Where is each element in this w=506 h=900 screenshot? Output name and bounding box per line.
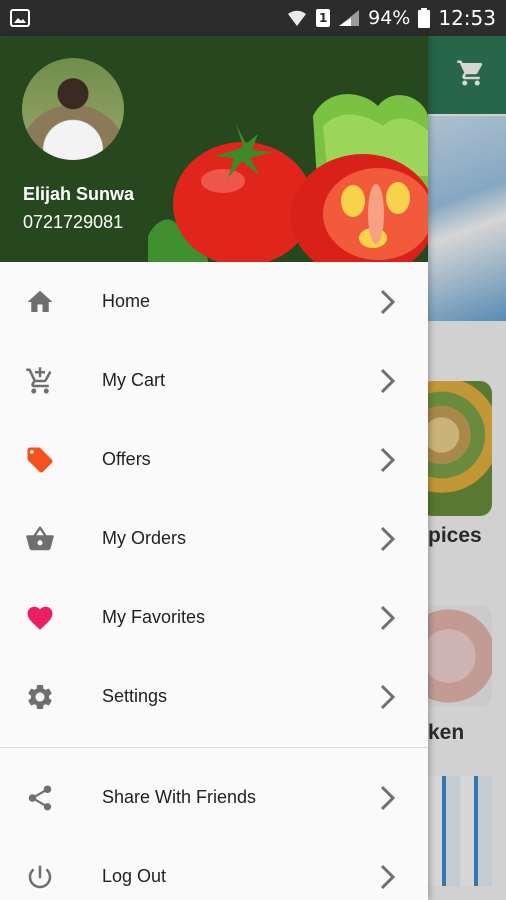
avatar[interactable] xyxy=(22,58,124,160)
tag-icon xyxy=(24,444,56,476)
menu-item-label: Share With Friends xyxy=(102,787,257,807)
wifi-icon xyxy=(288,10,307,26)
menu-divider xyxy=(0,747,428,748)
menu-item-label: My Favorites xyxy=(102,607,206,627)
menu-item-label: My Orders xyxy=(102,528,187,548)
gear-icon xyxy=(24,681,56,713)
menu-item-offers[interactable]: Offers xyxy=(0,420,428,499)
vegetables-image xyxy=(148,94,428,262)
chevron-right-icon xyxy=(380,864,396,889)
menu-item-label: Offers xyxy=(102,449,151,469)
home-icon xyxy=(24,286,56,318)
signal-icon xyxy=(339,10,360,26)
battery-percent: 94% xyxy=(368,7,411,29)
menu-item-settings[interactable]: Settings xyxy=(0,657,428,736)
menu-item-log-out[interactable]: Log Out xyxy=(0,837,428,900)
heart-icon xyxy=(24,602,56,634)
power-icon xyxy=(24,861,56,893)
menu-item-label: Log Out xyxy=(102,866,167,886)
user-phone: 0721729081 xyxy=(23,212,124,232)
chevron-right-icon xyxy=(380,684,396,709)
menu-item-label: Home xyxy=(102,291,151,311)
gallery-notification-icon xyxy=(10,9,30,27)
menu-item-my-cart[interactable]: My Cart xyxy=(0,341,428,420)
menu-item-my-favorites[interactable]: My Favorites xyxy=(0,578,428,657)
navigation-drawer: Elijah Sunwa 0721729081 Home My Cart Off… xyxy=(0,36,428,900)
add-to-cart-icon xyxy=(24,365,56,397)
menu-item-home[interactable]: Home xyxy=(0,262,428,341)
menu-item-my-orders[interactable]: My Orders xyxy=(0,499,428,578)
menu-item-label: Settings xyxy=(102,686,168,706)
clock: 12:53 xyxy=(438,6,496,30)
chevron-right-icon xyxy=(380,368,396,393)
user-name: Elijah Sunwa xyxy=(23,184,135,204)
sim-icon: 1 xyxy=(316,9,331,27)
status-bar: 1 94% 12:53 xyxy=(0,0,506,36)
chevron-right-icon xyxy=(380,605,396,630)
chevron-right-icon xyxy=(380,447,396,472)
chevron-right-icon xyxy=(380,785,396,810)
chevron-right-icon xyxy=(380,289,396,314)
share-icon xyxy=(24,782,56,814)
menu-item-share[interactable]: Share With Friends xyxy=(0,758,428,837)
chevron-right-icon xyxy=(380,526,396,551)
battery-icon xyxy=(418,8,431,28)
menu-item-label: My Cart xyxy=(102,370,165,390)
drawer-menu: Home My Cart Offers My Orders My Favorit… xyxy=(0,262,428,900)
drawer-header: Elijah Sunwa 0721729081 xyxy=(0,36,428,262)
basket-icon xyxy=(24,523,56,555)
